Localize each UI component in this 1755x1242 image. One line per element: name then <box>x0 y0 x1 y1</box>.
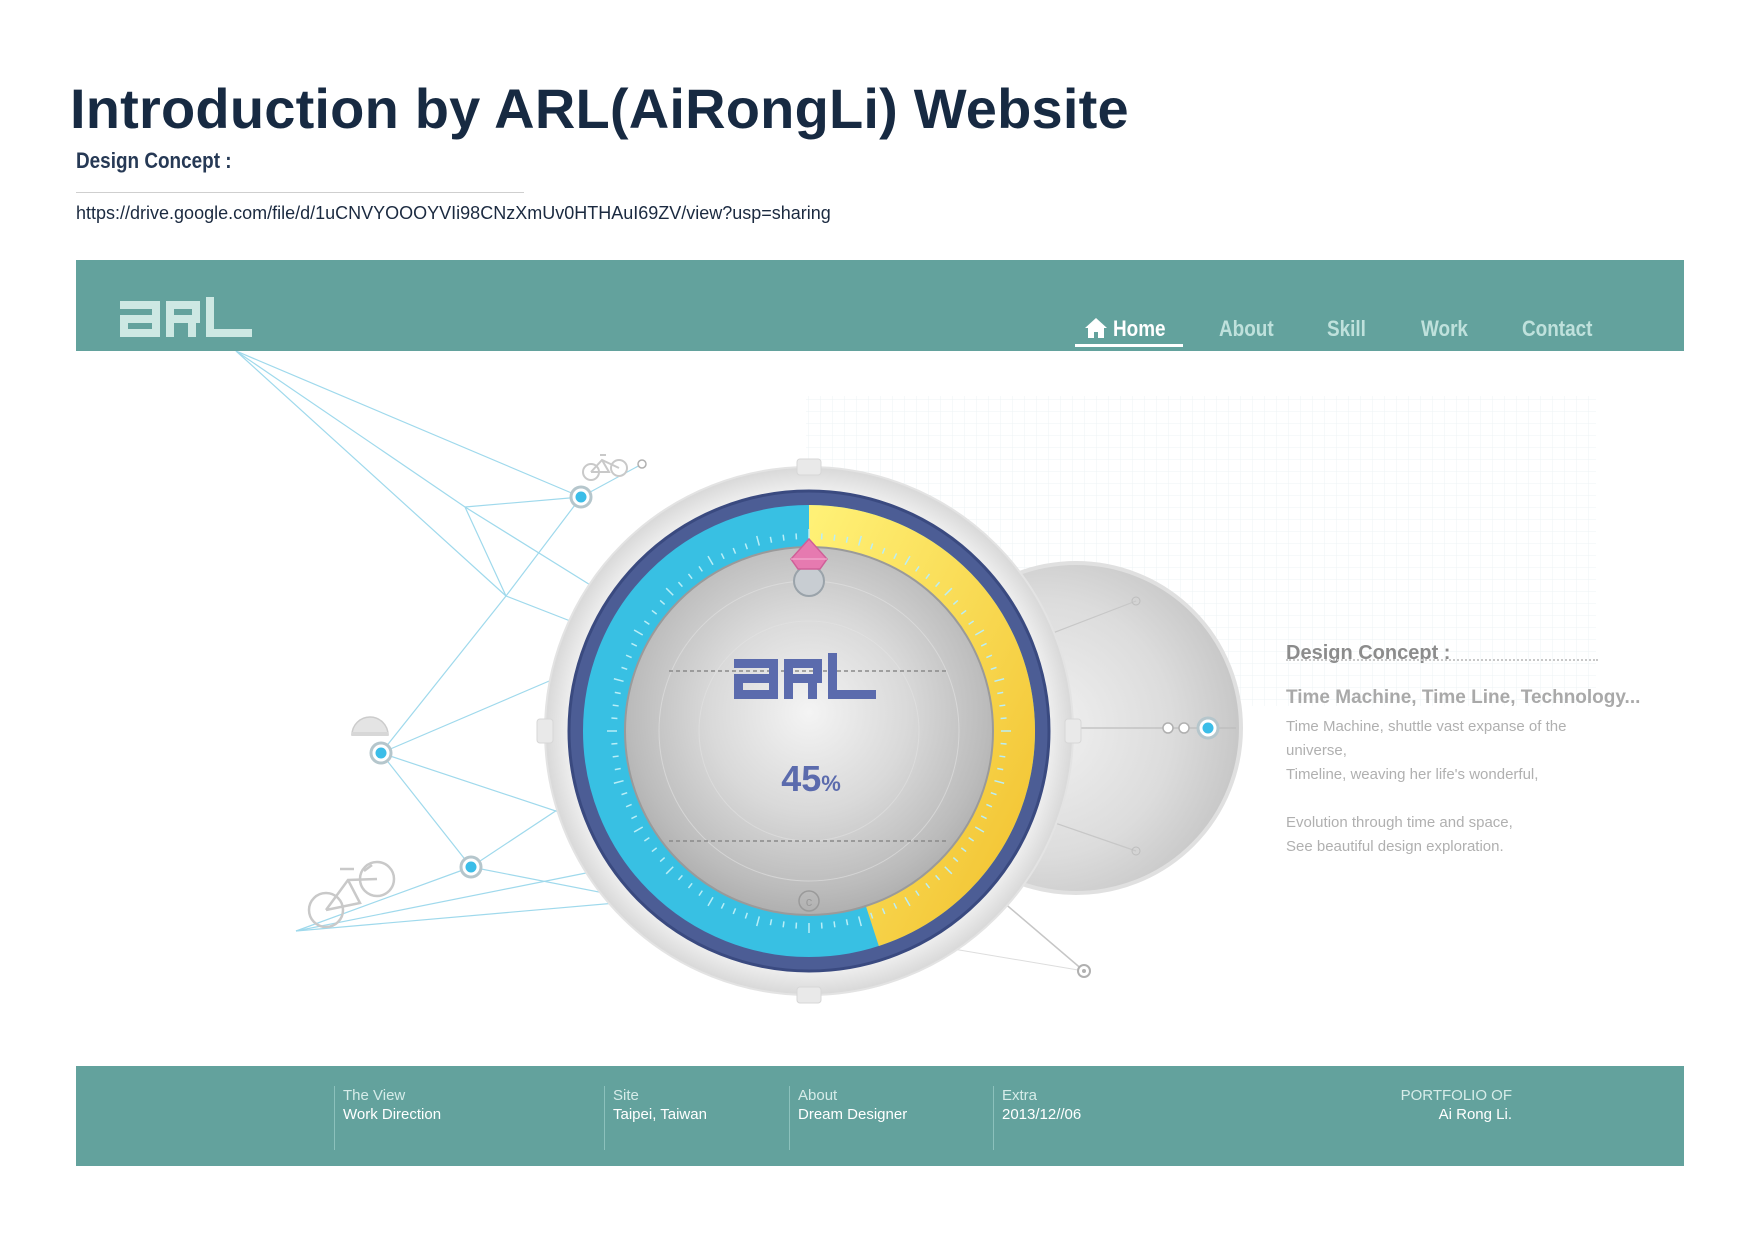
nav-active-underline <box>1075 344 1183 347</box>
nav-about[interactable]: About <box>1219 316 1274 342</box>
bicycle-icon <box>307 860 396 929</box>
footer-column: Site Taipei, Taiwan <box>604 1086 707 1150</box>
dial-tick <box>612 755 619 758</box>
nav-contact[interactable]: Contact <box>1522 316 1592 342</box>
portfolio-label: PORTFOLIO OF <box>1400 1087 1512 1104</box>
footer-value: Dream Designer <box>798 1106 908 1123</box>
progress-unit: % <box>821 771 841 796</box>
footer-label: Site <box>613 1087 639 1104</box>
website-mockup: Home About Skill Work Contact c 45% Desi… <box>76 260 1684 1166</box>
footer-column: The View Work Direction <box>334 1086 441 1150</box>
concept-line: Evolution through time and space, <box>1286 814 1513 831</box>
concept-line: Timeline, weaving her life's wonderful, <box>1286 766 1539 783</box>
dial-tick <box>833 534 836 541</box>
divider <box>76 192 524 193</box>
concept-line: universe, <box>1286 742 1347 759</box>
footer-label: Extra <box>1002 1087 1038 1104</box>
footer-column: Extra 2013/12//06 <box>993 1086 1081 1150</box>
concept-line: Time Machine, shuttle vast expanse of th… <box>1286 718 1567 735</box>
concept-line: See beautiful design exploration. <box>1286 838 1504 855</box>
dial-tick <box>782 921 785 928</box>
footer-value: Taipei, Taiwan <box>613 1106 707 1123</box>
dial-tick <box>999 704 1006 707</box>
hero-artwork: c <box>235 351 1596 1004</box>
dial-tick <box>612 704 619 707</box>
site-header: Home About Skill Work Contact <box>76 260 1684 351</box>
footer-value: 2013/12//06 <box>1002 1106 1082 1123</box>
footer-column: About Dream Designer <box>789 1086 907 1150</box>
footer-label: The View <box>343 1087 406 1104</box>
concept-heading: Design Concept : <box>1286 642 1451 664</box>
nav-work[interactable]: Work <box>1421 316 1468 342</box>
dial-tick <box>999 755 1006 758</box>
main-nav: Home About Skill Work Contact <box>76 316 1684 346</box>
portfolio-name: Ai Rong Li. <box>1438 1106 1512 1123</box>
drive-link[interactable]: https://drive.google.com/file/d/1uCNVYOO… <box>76 203 831 224</box>
helmet-icon <box>351 716 389 736</box>
progress-readout: 45% <box>766 758 856 800</box>
dial-tick <box>782 534 785 541</box>
footer-label: About <box>798 1087 838 1104</box>
svg-text:c: c <box>806 894 813 909</box>
progress-value: 45 <box>781 758 822 799</box>
document-title: Introduction by ARL(AiRongLi) Website <box>70 77 1129 140</box>
concept-tagline: Time Machine, Time Line, Technology... <box>1286 687 1641 708</box>
document-subtitle: Design Concept : <box>76 148 232 173</box>
footer-value: Work Direction <box>343 1106 442 1123</box>
nav-skill[interactable]: Skill <box>1327 316 1366 342</box>
concept-divider <box>1286 659 1598 661</box>
footer-portfolio: PORTFOLIO OF Ai Rong Li. <box>1401 1086 1512 1124</box>
bicycle-icon <box>582 454 628 481</box>
dial-tick <box>833 921 836 928</box>
nav-home[interactable]: Home <box>1113 316 1166 342</box>
site-footer: The View Work Direction Site Taipei, Tai… <box>76 1066 1684 1166</box>
